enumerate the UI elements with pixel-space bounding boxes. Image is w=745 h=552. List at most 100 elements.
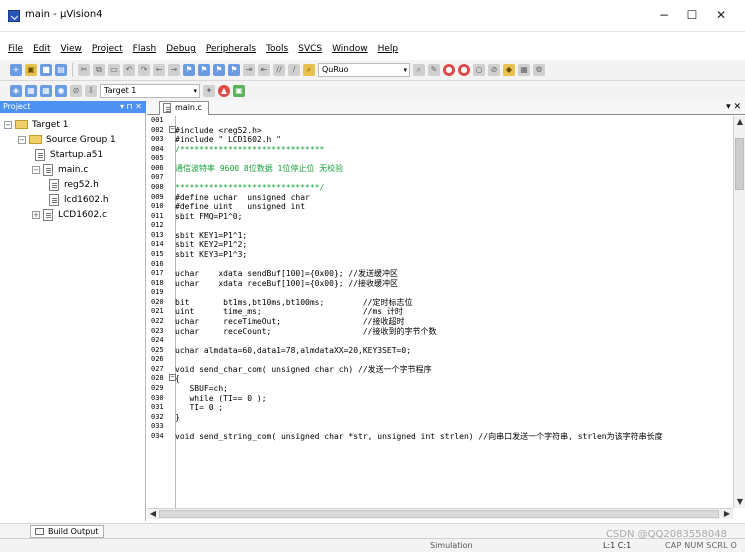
scroll-up-icon[interactable]: ▲ [734,116,745,128]
new-file-icon[interactable]: + [10,64,22,76]
vertical-scroll-thumb[interactable] [735,138,744,190]
search-combo[interactable]: QuRuo ▾ [318,63,410,77]
code-line[interactable]: 005 [147,154,727,164]
vertical-scrollbar[interactable]: ▲ ▼ [733,116,745,508]
back-icon[interactable]: ← [153,64,165,76]
code-line[interactable]: 002− #include <reg52.h> [147,125,727,136]
uncomment-icon[interactable]: / [288,64,300,76]
menu-debug[interactable]: Debug [166,42,196,57]
stop-build-icon[interactable]: ⊘ [70,85,82,97]
prev-bookmark-icon[interactable]: ⚑ [198,64,210,76]
tree-header-reg52[interactable]: reg52.h [4,177,142,192]
manage-components-icon[interactable]: ▲ [218,85,230,97]
code-line[interactable]: 011 sbit FMQ=P1^0; [147,212,727,222]
breakpoint-icon[interactable]: ● [458,64,470,76]
code-line[interactable]: 033 [147,422,727,432]
project-pane-controls[interactable]: ▾ ⊓ ✕ [120,101,142,113]
debug-start-icon[interactable]: ● [443,64,455,76]
menu-window[interactable]: Window [332,42,368,57]
code-line[interactable]: 016 [147,260,727,270]
tree-file-startup[interactable]: Startup.a51 [4,147,142,162]
code-line[interactable]: 027 void send_char_com( unsigned char ch)… [147,365,727,375]
menu-edit[interactable]: Edit [33,42,50,57]
maximize-button[interactable]: ☐ [684,8,700,22]
unindent-icon[interactable]: ⇤ [258,64,270,76]
tree-target[interactable]: − Target 1 [4,117,142,132]
find-in-files-icon[interactable]: ⌕ [303,64,315,76]
paste-icon[interactable]: ▭ [108,64,120,76]
menu-svcs[interactable]: SVCS [298,42,322,57]
code-area[interactable]: 001 002− #include <reg52.h> 003 #include " L… [147,116,733,518]
redo-icon[interactable]: ↷ [138,64,150,76]
code-line[interactable]: 021 uint time_ms; //ms 计时 [147,307,727,317]
cut-icon[interactable]: ✂ [78,64,90,76]
rebuild-icon[interactable]: ▦ [40,85,52,97]
horizontal-scroll-thumb[interactable] [159,510,719,518]
menu-project[interactable]: Project [92,42,123,57]
tab-main-c[interactable]: main.c [159,101,209,115]
menu-view[interactable]: View [61,42,82,57]
code-line[interactable]: 012 [147,221,727,231]
code-line[interactable]: 013 sbit KEY1=P1^1; [147,231,727,241]
bookmark-icon[interactable]: ⚑ [183,64,195,76]
code-line[interactable]: 015 sbit KEY3=P1^3; [147,250,727,260]
collapse-icon[interactable]: − [32,165,40,174]
close-button[interactable]: ✕ [713,8,729,22]
build-icon[interactable]: ▦ [25,85,37,97]
configure-icon[interactable]: ◆ [503,64,515,76]
build-output-tab[interactable]: Build Output [30,525,105,538]
code-line[interactable]: 034 void send_string_com( unsigned char *… [147,432,727,442]
code-line[interactable]: 032} [147,413,727,423]
find-icon[interactable]: ⌕ [413,64,425,76]
scroll-down-icon[interactable]: ▼ [734,496,745,508]
menu-help[interactable]: Help [378,42,399,57]
open-folder-icon[interactable]: ▣ [25,64,37,76]
code-line[interactable]: 017 uchar xdata sendBuf[100]={0x00}; //发送… [147,269,727,279]
window-layout-icon[interactable]: ▦ [518,64,530,76]
menu-file[interactable]: File [8,42,23,57]
code-line[interactable]: 009 #define uchar unsigned char [147,193,727,203]
editor-window-controls[interactable]: ▾ ✕ [726,102,741,112]
indent-icon[interactable]: ⇥ [243,64,255,76]
disable-breakpoint-icon[interactable]: ○ [473,64,485,76]
code-line[interactable]: 028−{ [147,374,727,384]
code-line[interactable]: 019 [147,288,727,298]
menu-peripherals[interactable]: Peripherals [206,42,256,57]
scroll-right-icon[interactable]: ▶ [721,508,733,520]
tree-source-group[interactable]: − Source Group 1 [4,132,142,147]
code-line[interactable]: 025 uchar almdata=60,data1=78,almdataXX=2… [147,346,727,356]
tools-icon[interactable]: ⚙ [533,64,545,76]
code-line[interactable]: 003 #include " LCD1602.h " [147,135,727,145]
menu-flash[interactable]: Flash [133,42,157,57]
scroll-left-icon[interactable]: ◀ [147,508,159,520]
code-line[interactable]: 031 TI= 0 ; [147,403,727,413]
target-options-icon[interactable]: ✦ [203,85,215,97]
code-line[interactable]: 008 ******************************/ [147,183,727,193]
tree-file-lcd1602c[interactable]: + LCD1602.c [4,207,142,222]
download-icon[interactable]: ⇩ [85,85,97,97]
code-line[interactable]: 026 [147,355,727,365]
code-line[interactable]: 001 [147,116,727,126]
incremental-find-icon[interactable]: ✎ [428,64,440,76]
tree-file-main[interactable]: − main.c [4,162,142,177]
code-line[interactable]: 007 [147,173,727,183]
select-packs-icon[interactable]: ▣ [233,85,245,97]
save-all-icon[interactable]: ▤ [55,64,67,76]
collapse-icon[interactable]: − [4,120,12,129]
tree-header-lcd1602[interactable]: lcd1602.h [4,192,142,207]
expand-icon[interactable]: + [32,210,40,219]
clear-bookmarks-icon[interactable]: ⚑ [228,64,240,76]
comment-icon[interactable]: // [273,64,285,76]
target-select[interactable]: Target 1 ▾ [100,84,200,98]
collapse-icon[interactable]: − [18,135,26,144]
forward-icon[interactable]: → [168,64,180,76]
code-line[interactable]: 014 sbit KEY2=P1^2; [147,240,727,250]
copy-icon[interactable]: ⧉ [93,64,105,76]
code-line[interactable]: 023 uchar receCount; //接收到的字节个数 [147,327,727,337]
save-icon[interactable]: ■ [40,64,52,76]
code-line[interactable]: 004 /****************************** [147,145,727,155]
code-line[interactable]: 030 while (TI== 0 ); [147,394,727,404]
code-line[interactable]: 020 bit bt1ms,bt10ms,bt100ms; //定时标志位 [147,298,727,308]
code-line[interactable]: 006 通信波特率 9600 8位数据 1位停止位 无校验 [147,164,727,174]
translate-icon[interactable]: ◈ [10,85,22,97]
